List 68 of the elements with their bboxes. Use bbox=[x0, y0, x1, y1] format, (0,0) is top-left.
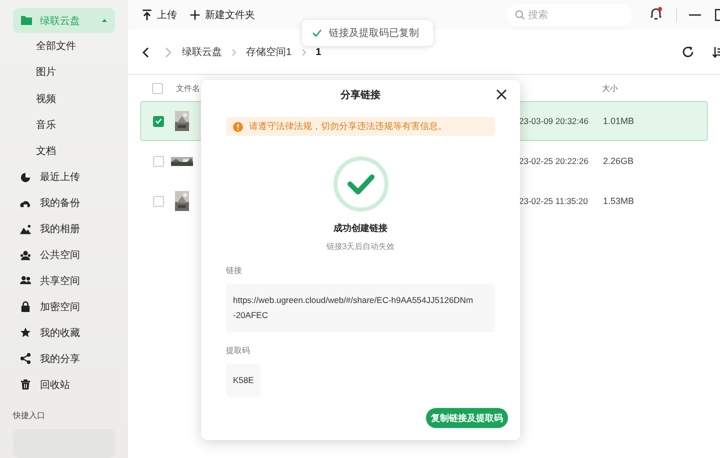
mountain-icon bbox=[20, 224, 31, 235]
sidebar-item[interactable]: 全部文件 bbox=[13, 33, 115, 60]
toolbar-button[interactable]: 上传 bbox=[141, 8, 177, 22]
users-icon bbox=[20, 275, 31, 286]
chevron-icon bbox=[302, 48, 306, 56]
bell-icon[interactable] bbox=[650, 7, 662, 20]
link-field[interactable]: https://web.ugreen.cloud/web/#/share/EC-h9AA554JJ5126DNm -20AFEC bbox=[226, 284, 495, 332]
sidebar-item[interactable]: 我的相册 bbox=[13, 216, 115, 242]
table-cell-text: 23-02-25 11:35:20 bbox=[519, 196, 589, 206]
sidebar-item[interactable]: 音乐 bbox=[13, 112, 115, 138]
success-title: 成功创建链接 bbox=[332, 222, 388, 235]
toast-message: 链接及提取码已复制 bbox=[329, 26, 419, 40]
dialog-title: 分享链接 bbox=[340, 88, 380, 102]
field-label: 链接 bbox=[226, 265, 243, 276]
sidebar-item[interactable]: 我的收藏 bbox=[13, 320, 115, 346]
breadcrumb-link[interactable]: 存储空间1 bbox=[246, 45, 292, 59]
sidebar-item[interactable]: 图片 bbox=[13, 59, 115, 86]
lock-icon bbox=[20, 301, 31, 312]
column-header: 大小 bbox=[602, 82, 619, 94]
file-row[interactable]: 23-02-25 11:35:20 1.53MB bbox=[140, 181, 708, 221]
success-icon bbox=[332, 156, 388, 212]
checkbox[interactable] bbox=[153, 116, 164, 126]
search-icon bbox=[515, 10, 525, 20]
column-header: 文件名 bbox=[176, 82, 200, 94]
table-cell-text: 23-02-25 20:22:26 bbox=[519, 156, 590, 166]
sort-icon[interactable] bbox=[712, 46, 720, 58]
breadcrumb-link[interactable]: 1 bbox=[316, 46, 322, 58]
warning-icon bbox=[233, 122, 243, 132]
folder-icon bbox=[21, 16, 32, 26]
checkbox[interactable] bbox=[152, 82, 163, 94]
group-icon bbox=[20, 250, 31, 260]
share-icon bbox=[20, 353, 31, 364]
plus-icon bbox=[189, 9, 201, 21]
table-cell-text: 1.53MB bbox=[603, 196, 636, 206]
table-cell-text: 23-03-09 20:32:46 bbox=[519, 116, 590, 126]
star-icon bbox=[20, 327, 31, 338]
search-placeholder: 搜索 bbox=[528, 8, 548, 22]
sidebar-item[interactable]: 最近上传 bbox=[13, 164, 115, 190]
code-field[interactable]: K58E bbox=[226, 364, 261, 397]
success-subtitle: 链接3天后自动失效 bbox=[325, 241, 396, 252]
section-title: 快捷入口 bbox=[13, 410, 46, 421]
toolbar-button[interactable]: 新建文件夹 bbox=[189, 8, 255, 22]
check-icon bbox=[312, 29, 322, 37]
checkbox[interactable] bbox=[153, 156, 164, 166]
breadcrumb-link[interactable]: 绿联云盘 bbox=[182, 45, 222, 59]
upload-icon bbox=[141, 9, 153, 21]
warning-text: 请遵守法律法规，切勿分享违法违规等有害信息。 bbox=[249, 120, 447, 133]
sidebar-item[interactable]: 公共空间 bbox=[13, 242, 115, 268]
refresh-icon[interactable] bbox=[682, 46, 694, 58]
table-cell-text: 2.26GB bbox=[603, 156, 635, 166]
maximize-icon[interactable] bbox=[715, 9, 720, 21]
checkbox[interactable] bbox=[153, 196, 164, 206]
sidebar-item[interactable]: 我的备份 bbox=[13, 190, 115, 216]
back-icon[interactable] bbox=[142, 46, 149, 58]
chevron-icon bbox=[232, 48, 236, 56]
sidebar-item[interactable]: 我的分享 bbox=[13, 346, 115, 372]
sidebar-item[interactable]: 文档 bbox=[13, 138, 115, 164]
sidebar-item[interactable]: 回收站 bbox=[13, 372, 115, 398]
clock-icon bbox=[20, 172, 31, 183]
file-row[interactable]: 23-02-25 20:22:26 2.26GB bbox=[140, 141, 708, 181]
trash-icon bbox=[20, 379, 31, 390]
field-label: 提取码 bbox=[226, 344, 251, 356]
sidebar-item[interactable]: 共享空间 bbox=[13, 268, 115, 294]
table-cell-text: 1.01MB bbox=[603, 116, 636, 126]
caret-icon bbox=[102, 19, 107, 22]
sidebar-item[interactable]: 加密空间 bbox=[13, 294, 115, 320]
minimize-icon[interactable] bbox=[689, 14, 701, 16]
sidebar-item[interactable]: 视频 bbox=[13, 86, 115, 112]
